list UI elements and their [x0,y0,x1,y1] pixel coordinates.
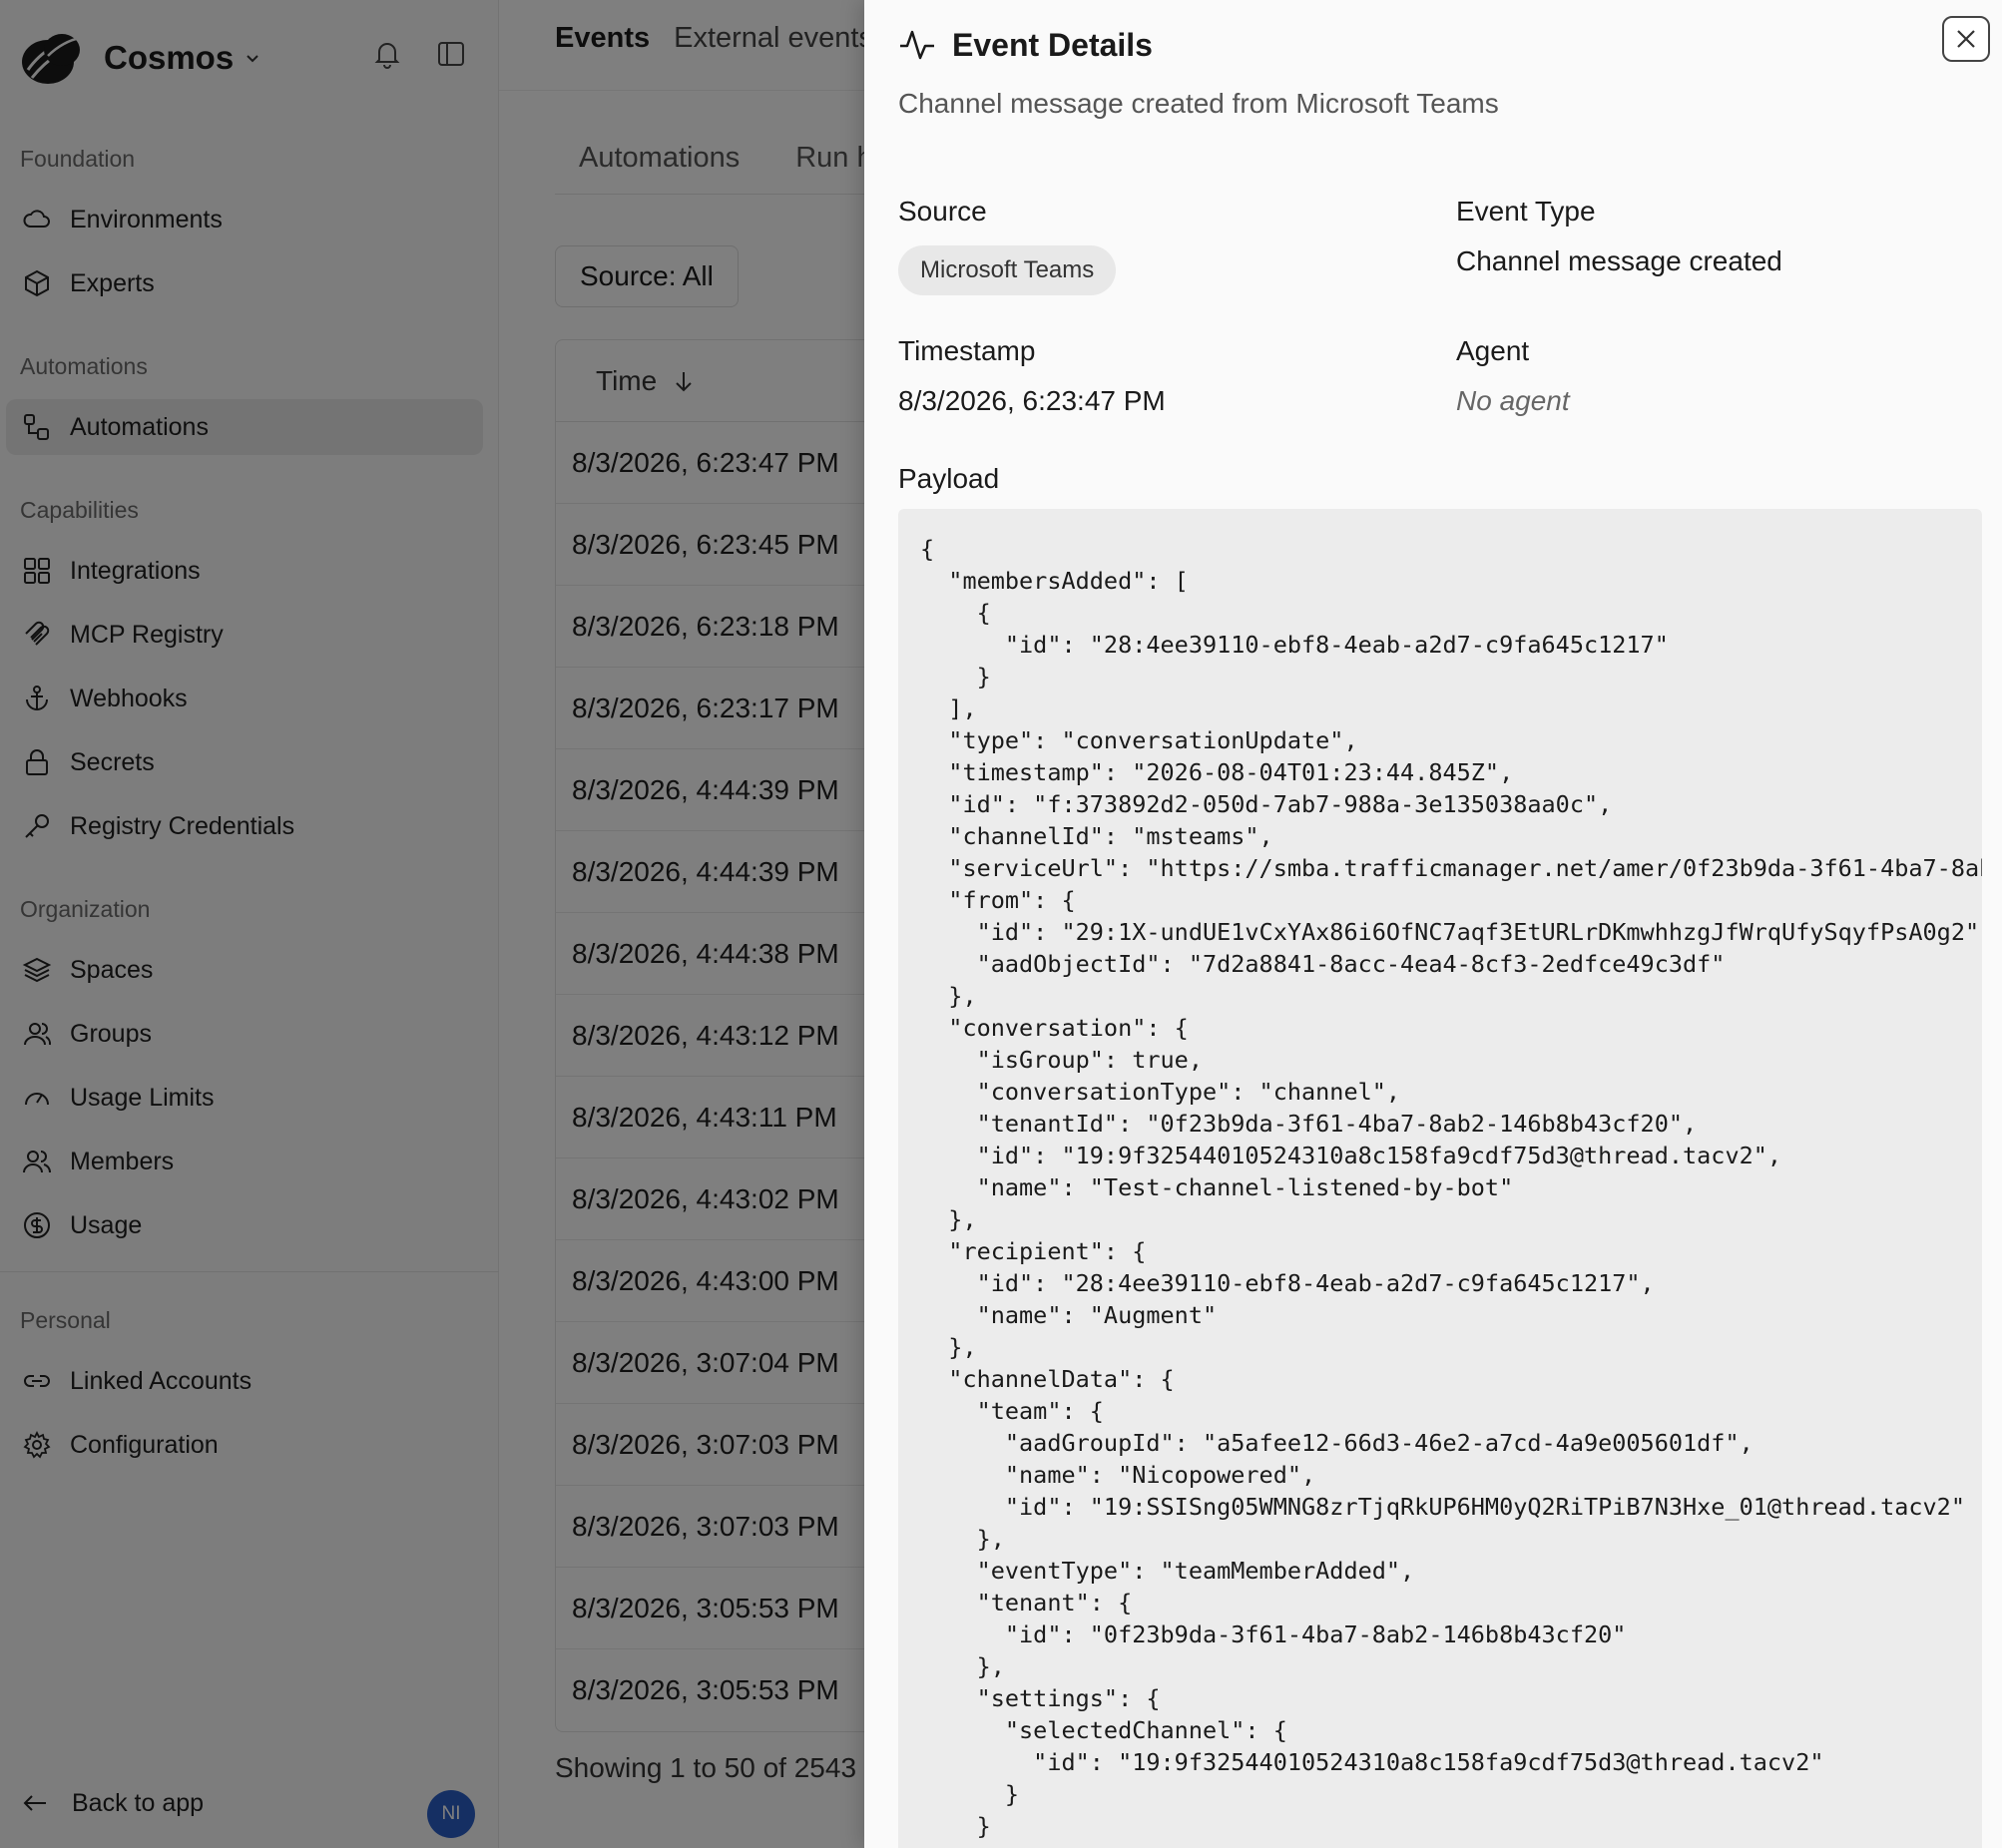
event-type-label: Event Type [1456,196,1596,227]
event-details-panel: Event Details Channel message created fr… [864,0,2002,1848]
source-badge: Microsoft Teams [898,245,1117,295]
event-type-value: Channel message created [1456,245,1782,276]
close-icon [1957,30,1975,48]
panel-header: Event Details [898,26,1153,64]
timestamp-label: Timestamp [898,335,1036,366]
agent-value: No agent [1456,385,1570,416]
payload-code-block[interactable]: { "membersAdded": [ { "id": "28:4ee39110… [898,509,1982,1848]
agent-label: Agent [1456,335,1530,366]
panel-subtitle: Channel message created from Microsoft T… [898,88,1499,119]
close-button[interactable] [1942,16,1990,62]
source-label: Source [898,196,987,227]
payload-label: Payload [898,463,1000,494]
activity-icon [900,30,934,60]
payload-json: { "membersAdded": [ { "id": "28:4ee39110… [920,535,1982,1848]
panel-title: Event Details [952,26,1153,63]
timestamp-value: 8/3/2026, 6:23:47 PM [898,385,1166,416]
modal-overlay[interactable] [0,0,864,1848]
